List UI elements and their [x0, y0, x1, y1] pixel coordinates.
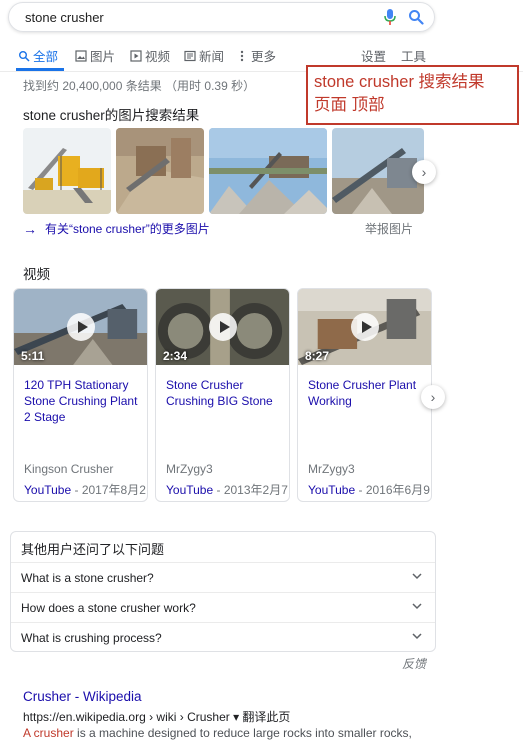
image-thumb-3[interactable] [209, 128, 327, 214]
news-icon [184, 50, 196, 61]
chevron-right-icon: › [421, 164, 427, 180]
conveyor-image [332, 128, 424, 214]
tab-more[interactable]: 更多 [236, 46, 276, 65]
tab-videos[interactable]: 视频 [130, 46, 170, 65]
image-icon [75, 49, 87, 62]
video-channel: MrZygy3 [308, 462, 355, 476]
result-snippet: A crusher is a machine designed to reduc… [23, 726, 412, 740]
image-thumb-4[interactable] [332, 128, 424, 214]
video-results-header: 视频 [23, 267, 50, 282]
result-stats: 找到约 20,400,000 条结果 （用时 0.39 秒） [23, 79, 256, 93]
result-snippet-highlight: A crusher [23, 726, 74, 740]
video-title[interactable]: Stone Crusher Crushing BIG Stone [166, 377, 286, 409]
search-box[interactable]: stone crusher [8, 2, 435, 32]
video-channel: Kingson Crusher [24, 462, 114, 476]
mic-icon[interactable] [384, 9, 396, 26]
video-date: - 2016年6月9 [355, 483, 430, 497]
tab-news[interactable]: 新闻 [184, 46, 224, 65]
video-card-1[interactable]: 5:11 120 TPH Stationary Stone Crushing P… [13, 288, 148, 502]
image-thumb-1[interactable] [23, 128, 111, 214]
tab-all[interactable]: 全部 [18, 46, 58, 65]
settings-link[interactable]: 设置 [361, 46, 386, 65]
crusher-plant-image [23, 128, 111, 214]
video-date: - 2017年8月2 [71, 483, 146, 497]
people-also-ask: 其他用户还问了以下问题 What is a stone crusher? How… [10, 531, 436, 652]
tab-images-label: 图片 [90, 50, 116, 64]
video-date: - 2013年2月7 [213, 483, 288, 497]
chevron-down-icon [412, 603, 422, 610]
play-icon [209, 313, 237, 341]
video-title[interactable]: Stone Crusher Plant Working [308, 377, 428, 409]
annotation-line-2: 页面 顶部 [314, 96, 385, 114]
video-channel: MrZygy3 [166, 462, 213, 476]
active-tab-indicator [16, 68, 64, 71]
report-images-link[interactable]: 举报图片 [365, 220, 413, 237]
paa-question-row[interactable]: How does a stone crusher work? [11, 592, 435, 622]
paa-question-row[interactable]: What is a stone crusher? [11, 562, 435, 592]
video-card-3[interactable]: 8:27 Stone Crusher Plant Working MrZygy3… [297, 288, 432, 502]
play-icon [351, 313, 379, 341]
arrow-right-icon: → [23, 220, 37, 237]
video-duration: 5:11 [21, 349, 45, 363]
more-icon [240, 50, 244, 61]
result-title-link[interactable]: Crusher - Wikipedia [23, 689, 142, 704]
more-images-link[interactable]: → 有关“stone crusher”的更多图片 [23, 220, 210, 237]
search-icon [19, 50, 30, 62]
paa-question: How does a stone crusher work? [21, 601, 196, 615]
video-duration: 2:34 [163, 349, 188, 363]
video-source-name: YouTube [24, 483, 72, 497]
videos-next-button[interactable]: › [421, 385, 445, 409]
image-thumb-2[interactable] [116, 128, 204, 214]
video-card-2[interactable]: 2:34 Stone Crusher Crushing BIG Stone Mr… [155, 288, 290, 502]
result-snippet-text: is a machine designed to reduce large ro… [73, 726, 412, 740]
video-source-name: YouTube [308, 483, 356, 497]
result-url[interactable]: https://en.wikipedia.org › wiki › Crushe… [23, 708, 290, 725]
annotation-line-1: stone crusher 搜索结果 [314, 73, 485, 91]
image-results-header: stone crusher的图片搜索结果 [23, 108, 200, 123]
video-icon [130, 49, 142, 62]
quarry-image [116, 128, 204, 214]
tab-videos-label: 视频 [145, 50, 171, 64]
video-source: YouTube - 2013年2月7 [166, 481, 288, 498]
gravel-piles-image [209, 128, 327, 214]
annotation-box: stone crusher 搜索结果 页面 顶部 [306, 65, 519, 125]
images-next-button[interactable]: › [412, 160, 436, 184]
tools-link[interactable]: 工具 [401, 46, 426, 65]
video-source-name: YouTube [166, 483, 214, 497]
chevron-down-icon [412, 573, 422, 580]
chevron-right-icon: › [430, 389, 436, 405]
tab-all-label: 全部 [33, 50, 59, 64]
video-source: YouTube - 2016年6月9 [308, 481, 430, 498]
tab-images[interactable]: 图片 [75, 46, 115, 65]
paa-question: What is a stone crusher? [21, 571, 154, 585]
video-source: YouTube - 2017年8月2 [24, 481, 146, 498]
tab-more-label: 更多 [251, 50, 277, 64]
paa-question-row[interactable]: What is crushing process? [11, 622, 435, 652]
tab-news-label: 新闻 [199, 50, 225, 64]
play-icon [67, 313, 95, 341]
chevron-down-icon [412, 633, 422, 640]
video-duration: 8:27 [305, 349, 330, 363]
paa-title: 其他用户还问了以下问题 [21, 542, 165, 557]
search-input[interactable]: stone crusher [25, 10, 104, 25]
feedback-link[interactable]: 反馈 [402, 655, 426, 672]
paa-question: What is crushing process? [21, 631, 162, 645]
search-icon[interactable] [408, 9, 424, 25]
more-images-label: 有关“stone crusher”的更多图片 [45, 222, 210, 236]
video-title[interactable]: 120 TPH Stationary Stone Crushing Plant … [24, 377, 144, 425]
